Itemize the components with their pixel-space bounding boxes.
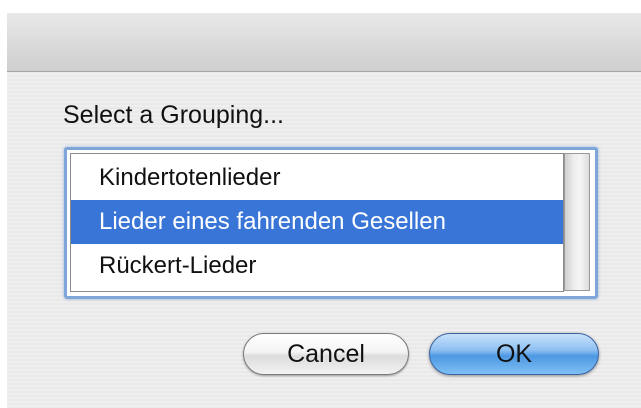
grouping-list-focus-ring: Kindertotenlieder Lieder eines fahrenden… xyxy=(64,147,598,299)
list-item-selected[interactable]: Lieder eines fahrenden Gesellen xyxy=(71,200,563,244)
list-item[interactable]: Rückert-Lieder xyxy=(71,244,563,288)
cancel-button[interactable]: Cancel xyxy=(243,333,409,375)
ok-button[interactable]: OK xyxy=(429,333,599,375)
list-item[interactable]: Kindertotenlieder xyxy=(71,156,563,200)
grouping-list[interactable]: Kindertotenlieder Lieder eines fahrenden… xyxy=(70,153,564,292)
dialog-prompt: Select a Grouping... xyxy=(63,101,284,129)
list-scrollbar[interactable] xyxy=(564,153,590,291)
dialog-titlebar[interactable] xyxy=(7,13,641,72)
grouping-dialog: Select a Grouping... Kindertotenlieder L… xyxy=(7,13,641,408)
